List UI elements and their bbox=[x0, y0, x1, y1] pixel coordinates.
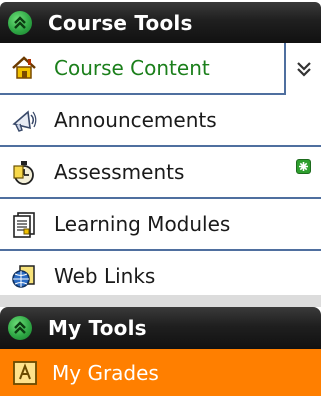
assessment-icon bbox=[8, 156, 40, 188]
learning-modules-label: Learning Modules bbox=[54, 212, 231, 236]
assessments-link[interactable]: Assessments bbox=[0, 147, 321, 199]
my-tools-header[interactable]: My Tools bbox=[0, 307, 321, 349]
globe-link-icon bbox=[8, 260, 40, 292]
expand-menu-button[interactable] bbox=[284, 43, 321, 95]
collapse-chevron-icon[interactable] bbox=[8, 316, 32, 340]
announcements-link[interactable]: Announcements bbox=[0, 95, 321, 147]
learning-modules-link[interactable]: Learning Modules bbox=[0, 199, 321, 251]
course-content-label: Course Content bbox=[54, 56, 210, 80]
announcements-label: Announcements bbox=[54, 108, 217, 132]
my-grades-link[interactable]: My Grades bbox=[0, 349, 321, 396]
course-tools-header[interactable]: Course Tools bbox=[0, 2, 321, 43]
collapse-chevron-icon[interactable] bbox=[8, 10, 32, 35]
web-links-label: Web Links bbox=[54, 264, 156, 288]
course-content-link[interactable]: Course Content bbox=[0, 43, 321, 95]
new-item-icon bbox=[296, 159, 311, 174]
home-icon bbox=[8, 52, 40, 84]
course-tools-title: Course Tools bbox=[48, 10, 193, 35]
double-chevron-down-icon bbox=[296, 62, 311, 77]
course-tools-list: Course Content Announcements Assessments… bbox=[0, 43, 321, 303]
document-icon bbox=[8, 208, 40, 240]
my-grades-label: My Grades bbox=[52, 360, 159, 385]
section-divider bbox=[0, 295, 321, 307]
megaphone-icon bbox=[8, 104, 40, 136]
my-tools-title: My Tools bbox=[48, 316, 147, 340]
grades-icon bbox=[12, 360, 38, 386]
assessments-label: Assessments bbox=[54, 160, 185, 184]
